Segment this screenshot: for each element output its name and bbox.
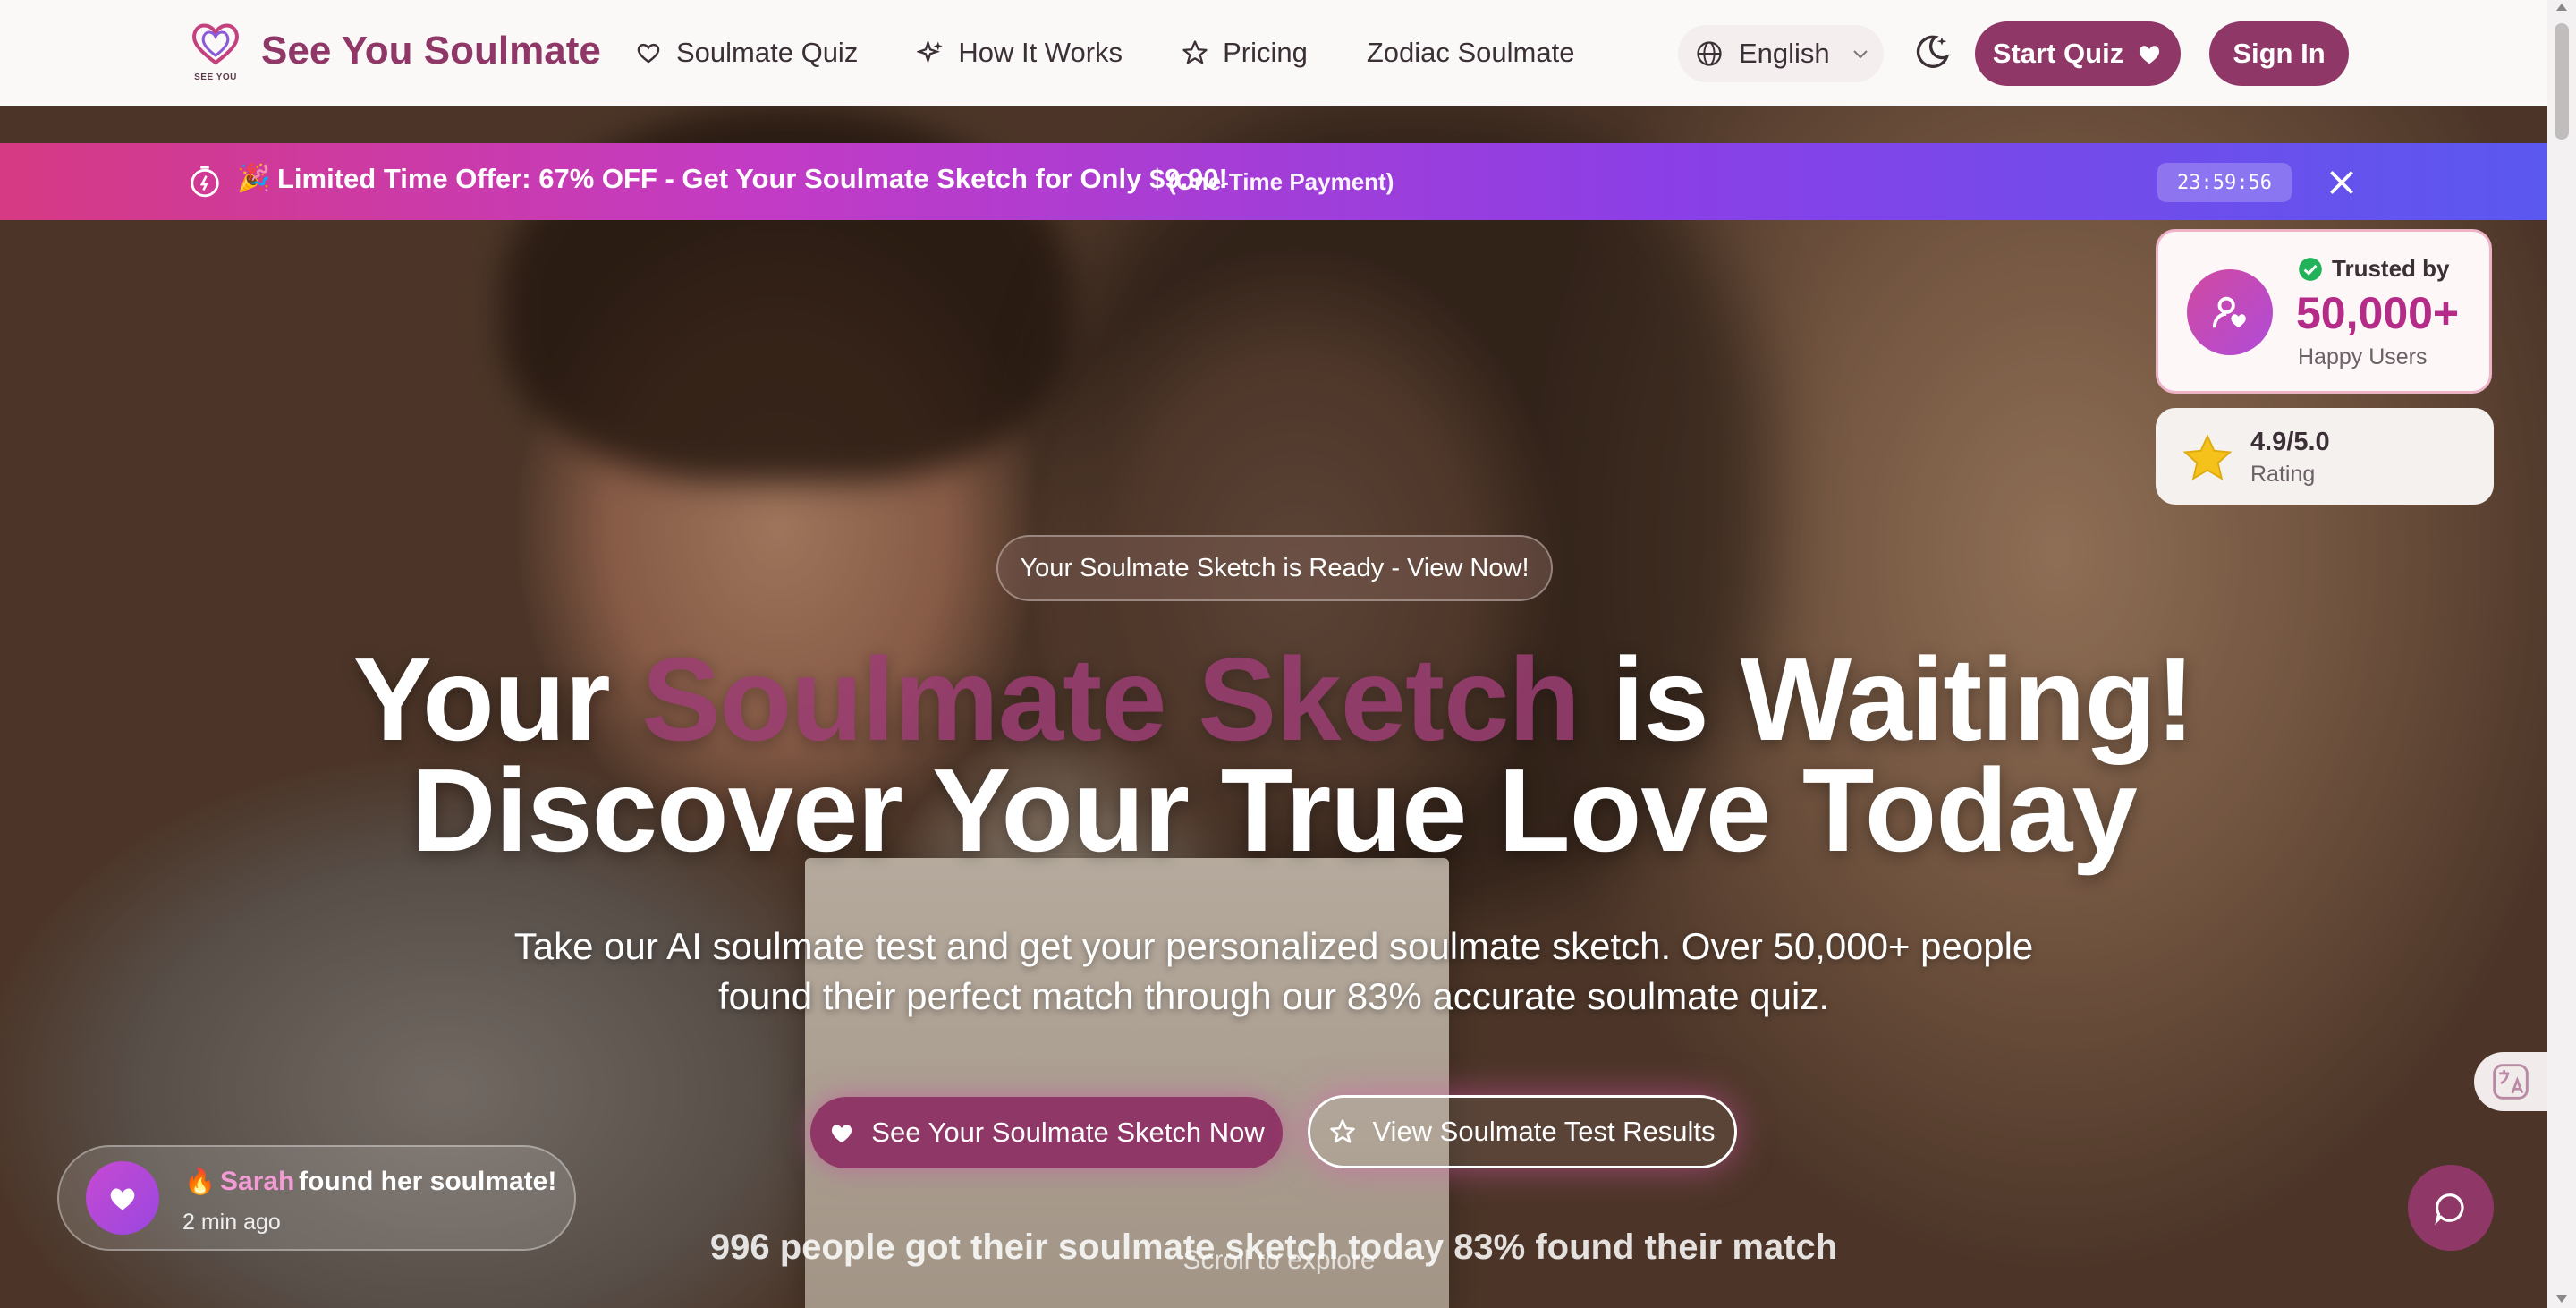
main-nav: Soulmate Quiz How It Works Pricing Zodia… (635, 0, 1633, 106)
see-sketch-label: See Your Soulmate Sketch Now (871, 1117, 1265, 1148)
countdown-timer: 23:59:56 (2157, 163, 2292, 202)
toast-message: found her soulmate! (299, 1167, 557, 1196)
start-quiz-label: Start Quiz (1992, 38, 2124, 69)
promo-text: Limited Time Offer: 67% OFF - Get Your S… (277, 163, 1228, 194)
user-count-caption: Happy Users (2298, 344, 2428, 369)
heart-icon (2140, 46, 2160, 64)
sketch-ready-text: Your Soulmate Sketch is Ready - View Now… (1020, 553, 1530, 582)
fire-icon: 🔥 (184, 1168, 216, 1195)
heart-icon (86, 1161, 159, 1235)
chat-bubble-icon (2435, 1193, 2464, 1225)
language-selector[interactable]: English (1678, 25, 1884, 82)
chevron-down-icon (1852, 50, 1868, 59)
heart-icon (832, 1125, 852, 1143)
view-results-label: View Soulmate Test Results (1372, 1116, 1716, 1147)
translate-icon (2493, 1064, 2529, 1100)
view-results-button[interactable]: View Soulmate Test Results (1308, 1095, 1737, 1168)
top-navbar: SEE YOU See You Soulmate Soulmate Quiz H… (0, 0, 2547, 106)
recent-match-toast: 🔥 Sarah found her soulmate! 2 min ago (57, 1145, 576, 1251)
heart-logo-icon: SEE YOU (190, 20, 242, 82)
headline-highlight: Soulmate Sketch (641, 633, 1580, 765)
rating-card: 4.9/5.0 Rating (2156, 408, 2494, 505)
promo-subtext: (One-Time Payment) (1168, 168, 1394, 195)
rating-label: Rating (2250, 462, 2316, 487)
nav-soulmate-quiz[interactable]: Soulmate Quiz (635, 37, 858, 69)
heart-icon (635, 39, 662, 66)
sign-in-button[interactable]: Sign In (2209, 21, 2349, 86)
star-outline-icon (1330, 1119, 1356, 1143)
star-icon (2182, 434, 2233, 480)
translate-button[interactable] (2474, 1052, 2547, 1111)
nav-label: Zodiac Soulmate (1366, 37, 1575, 68)
hero-subcopy: Take our AI soulmate test and get your p… (513, 925, 2034, 1017)
scroll-up-arrow-icon[interactable] (2556, 4, 2567, 11)
page-scrollbar[interactable] (2547, 0, 2576, 1308)
scroll-hint: Scroll to explore (1182, 1245, 1376, 1275)
scrollbar-thumb[interactable] (2555, 23, 2569, 140)
language-label: English (1739, 38, 1830, 69)
user-count: 50,000+ (2296, 288, 2460, 338)
close-icon[interactable] (2324, 165, 2360, 200)
nav-label: Soulmate Quiz (676, 37, 859, 68)
verified-check-icon (2299, 258, 2322, 281)
rating-value: 4.9/5.0 (2250, 428, 2330, 456)
sketch-ready-pill[interactable]: Your Soulmate Sketch is Ready - View Now… (996, 535, 1553, 601)
timer-icon (191, 166, 219, 198)
sparkles-icon (916, 39, 944, 66)
trusted-label: Trusted by (2332, 255, 2450, 282)
toast-time: 2 min ago (182, 1210, 281, 1235)
nav-zodiac-soulmate[interactable]: Zodiac Soulmate (1367, 37, 1575, 69)
globe-icon (1697, 41, 1722, 66)
party-popper-icon: 🎉 (237, 164, 271, 193)
star-icon (1182, 39, 1208, 66)
brand-logo-link[interactable]: SEE YOU See You Soulmate (190, 20, 601, 82)
start-quiz-button[interactable]: Start Quiz (1975, 21, 2181, 86)
nav-label: Pricing (1223, 37, 1308, 68)
toast-user-name: Sarah (220, 1167, 295, 1196)
sign-in-label: Sign In (2233, 38, 2326, 69)
nav-pricing[interactable]: Pricing (1182, 37, 1308, 69)
hero-headline: Your Soulmate Sketch is Waiting! Discove… (0, 641, 2547, 870)
nav-how-it-works[interactable]: How It Works (916, 37, 1123, 69)
see-sketch-button[interactable]: See Your Soulmate Sketch Now (810, 1097, 1283, 1168)
trusted-users-card: Trusted by 50,000+ Happy Users (2156, 229, 2492, 394)
nav-label: How It Works (958, 37, 1123, 68)
scroll-down-arrow-icon[interactable] (2556, 1295, 2567, 1303)
brand-name: See You Soulmate (261, 29, 601, 72)
chat-button[interactable] (2408, 1165, 2494, 1251)
promo-banner: 🎉 Limited Time Offer: 67% OFF - Get Your… (0, 143, 2547, 220)
dark-mode-toggle-icon[interactable] (1912, 32, 1952, 72)
user-heart-icon (2187, 269, 2273, 355)
